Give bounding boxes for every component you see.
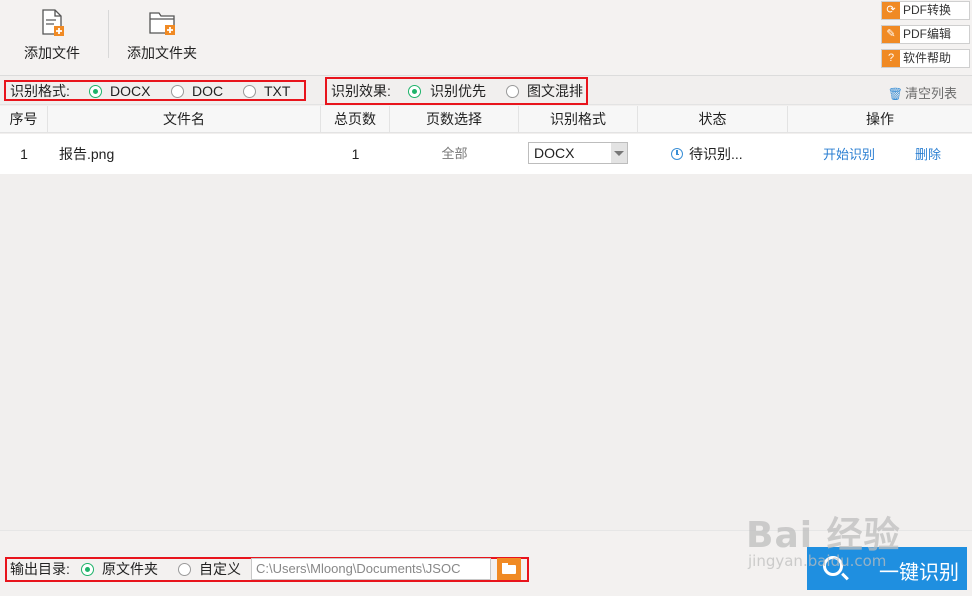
effect-label: 识别效果: bbox=[331, 83, 391, 99]
start-recognize-link[interactable]: 开始识别 bbox=[823, 147, 875, 162]
folder-icon bbox=[502, 565, 516, 574]
col-index[interactable]: 序号 bbox=[0, 106, 48, 133]
row-index: 1 bbox=[20, 146, 28, 162]
chevron-down-icon bbox=[611, 143, 627, 163]
row-format-select[interactable]: DOCX bbox=[528, 142, 628, 164]
toolbar: 添加文件 添加文件夹 ⟳ PDF转换 ✎ PDF编辑 ? 软件帮助 bbox=[0, 0, 972, 76]
col-filename[interactable]: 文件名 bbox=[48, 106, 321, 133]
col-page-range[interactable]: 页数选择 bbox=[390, 106, 519, 133]
recognize-button-label: 一键识别 bbox=[879, 562, 959, 584]
row-delete-button[interactable]: 删除 bbox=[915, 134, 941, 174]
add-file-button[interactable]: 添加文件 bbox=[2, 6, 102, 68]
format-radio-docx[interactable] bbox=[89, 85, 102, 98]
output-label: 输出目录: bbox=[10, 561, 70, 577]
row-status: 待识别... bbox=[671, 134, 743, 174]
add-folder-icon bbox=[149, 12, 175, 35]
row-start-button[interactable]: 开始识别 bbox=[823, 134, 875, 174]
output-path-field[interactable]: C:\Users\Mloong\Documents\JSOC bbox=[251, 558, 491, 580]
add-folder-label: 添加文件夹 bbox=[127, 45, 197, 61]
effect-radio-priority[interactable] bbox=[408, 85, 421, 98]
refresh-icon: ⟳ bbox=[882, 2, 900, 19]
clear-list-button[interactable]: 🗑 清空列表 bbox=[888, 83, 957, 102]
row-status-text: 待识别... bbox=[689, 146, 743, 162]
output-radio-original[interactable] bbox=[81, 563, 94, 576]
delete-link[interactable]: 删除 bbox=[915, 147, 941, 162]
question-icon: ? bbox=[882, 50, 900, 67]
pdf-convert-button[interactable]: ⟳ PDF转换 bbox=[881, 1, 970, 20]
clear-list-label: 清空列表 bbox=[904, 86, 957, 101]
row-format-value: DOCX bbox=[534, 145, 575, 161]
pencil-icon: ✎ bbox=[882, 26, 900, 43]
one-click-recognize-button[interactable]: 一键识别 bbox=[807, 547, 967, 590]
clock-icon bbox=[671, 148, 683, 160]
output-radio-custom[interactable] bbox=[178, 563, 191, 576]
row-pages: 1 bbox=[351, 146, 360, 162]
pdf-edit-button[interactable]: ✎ PDF编辑 bbox=[881, 25, 970, 44]
format-radio-doc[interactable] bbox=[171, 85, 184, 98]
trash-icon: 🗑 bbox=[887, 87, 903, 101]
col-actions[interactable]: 操作 bbox=[788, 106, 972, 133]
pdf-edit-label: PDF编辑 bbox=[903, 27, 952, 41]
search-icon bbox=[823, 556, 843, 576]
output-option-custom[interactable]: 自定义 bbox=[199, 561, 241, 577]
bottom-bar: 输出目录: 原文件夹 自定义 C:\Users\Mloong\Documents… bbox=[0, 530, 972, 596]
row-filename: 报告.png bbox=[59, 146, 115, 162]
row-page-range[interactable]: 全部 bbox=[390, 134, 519, 174]
effect-option-mixed[interactable]: 图文混排 bbox=[527, 83, 583, 99]
col-pages[interactable]: 总页数 bbox=[321, 106, 390, 133]
table-row[interactable]: 1 报告.png 1 全部 DOCX 待识别... 开始识别 删除 bbox=[0, 134, 972, 174]
help-label: 软件帮助 bbox=[903, 51, 952, 65]
file-list-area bbox=[0, 174, 972, 530]
add-folder-button[interactable]: 添加文件夹 bbox=[112, 6, 212, 68]
help-button[interactable]: ? 软件帮助 bbox=[881, 49, 970, 68]
format-option-doc[interactable]: DOC bbox=[192, 83, 223, 99]
effect-radio-mixed[interactable] bbox=[506, 85, 519, 98]
col-status[interactable]: 状态 bbox=[638, 106, 788, 133]
pdf-convert-label: PDF转换 bbox=[903, 3, 952, 17]
add-file-icon bbox=[42, 9, 64, 36]
browse-folder-button[interactable] bbox=[497, 558, 521, 580]
format-label: 识别格式: bbox=[10, 83, 70, 99]
table-header: 序号 文件名 总页数 页数选择 识别格式 状态 操作 bbox=[0, 106, 972, 133]
format-option-docx[interactable]: DOCX bbox=[110, 83, 150, 99]
toolbar-divider bbox=[108, 10, 109, 58]
output-option-original[interactable]: 原文件夹 bbox=[102, 561, 158, 577]
options-bar: 识别格式: DOCX DOC TXT 识别效果: 识别优先 图文混排 🗑 清空列表 bbox=[0, 77, 972, 105]
effect-option-priority[interactable]: 识别优先 bbox=[430, 83, 486, 99]
format-option-txt[interactable]: TXT bbox=[264, 83, 290, 99]
col-format[interactable]: 识别格式 bbox=[519, 106, 638, 133]
format-radio-txt[interactable] bbox=[243, 85, 256, 98]
add-file-label: 添加文件 bbox=[24, 45, 80, 61]
